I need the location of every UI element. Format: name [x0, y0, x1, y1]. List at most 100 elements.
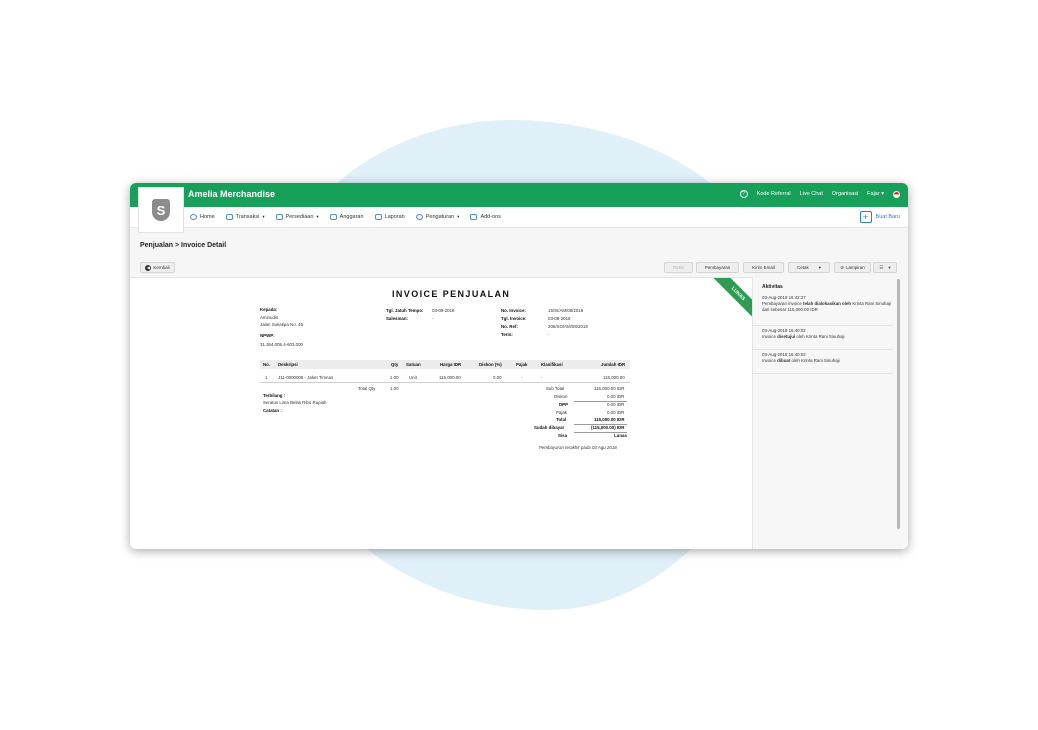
chevron-down-icon: ▾: [888, 264, 891, 270]
flag-icon[interactable]: [893, 190, 900, 198]
item-classification: -: [541, 375, 543, 380]
buat-baru-button[interactable]: + Buat Baru: [859, 211, 900, 223]
column-header: Diskon (%): [479, 362, 502, 367]
chevron-down-icon: ▾: [881, 191, 884, 197]
summary-label: Sub Total: [546, 386, 565, 391]
item-amount: 115,000.00: [603, 375, 625, 380]
more-menu-button[interactable]: ☰ ▾: [873, 262, 897, 273]
summary-value: Lunas: [614, 433, 627, 438]
invoice-number-value: 15/SI/AM/08/2018: [548, 308, 584, 313]
live-chat-link[interactable]: Live Chat: [800, 191, 823, 197]
menu-item-laporan[interactable]: Laporan: [374, 214, 405, 220]
salesman-label: Salesman:: [386, 316, 408, 321]
summary-label: Pajak: [556, 410, 567, 415]
catatan-label: Catatan :: [263, 408, 282, 413]
logo[interactable]: S: [138, 187, 184, 233]
column-header: No.: [263, 362, 271, 367]
persediaan-icon: [275, 214, 283, 220]
chevron-down-icon: ▾: [457, 214, 460, 219]
organisasi-link[interactable]: Organisasi: [832, 191, 858, 197]
item-tax: -: [521, 375, 523, 380]
activity-entry: 03-Aug-2018 16:40:02 Invoice disetujui o…: [762, 328, 894, 340]
summary-value: (115,000.00) IDR: [591, 425, 625, 430]
menu-item-anggaran[interactable]: Anggaran: [329, 214, 364, 220]
scrollbar-thumb[interactable]: [897, 279, 900, 529]
npwp-label: NPWP:: [260, 333, 275, 338]
menu-item-home[interactable]: Home: [190, 214, 215, 220]
summary-divider: [574, 401, 627, 402]
summary-label: Sisa: [558, 433, 568, 438]
summary-value: 0.00 IDR: [607, 402, 625, 407]
lampiran-button[interactable]: ⊘ Lampiran: [834, 262, 871, 273]
column-header: Qty: [391, 362, 399, 367]
scrollbar[interactable]: [897, 279, 900, 529]
back-arrow-icon: ◀: [145, 264, 152, 271]
activity-action: disetujui: [777, 334, 796, 339]
main-menu: Home Transaksi ▾ Persediaan ▾ Anggaran Lap…: [130, 207, 908, 228]
column-header: Satuan: [406, 362, 421, 367]
retur-button[interactable]: Retur: [664, 262, 693, 273]
summary-divider: [574, 432, 627, 433]
cetak-dropdown[interactable]: Cetak ▾: [788, 262, 830, 273]
menu-item-pengaturan[interactable]: Pengaturan ▾: [415, 214, 460, 220]
menu-item-add-ons[interactable]: Add-ons: [470, 214, 501, 220]
term-value: -: [548, 332, 550, 337]
invoice-date-value: 03-08-2018: [548, 316, 571, 321]
shield-logo-icon: S: [152, 199, 170, 221]
activity-panel: Aktivitas 03-Aug-2018 16:42:27 Pembayara…: [752, 277, 908, 549]
total-qty-value: 1.00: [390, 386, 399, 391]
invoice-document: LUNAS INVOICE PENJUALAN Kepada: Aminudin…: [130, 277, 752, 549]
app-window: Amelia Merchandise ? Kode Referral Live …: [130, 183, 908, 549]
last-payment-note: Pembayaran terakhir pada 03 Agu 2018: [539, 445, 617, 450]
summary-label: Sudah dibayar: [534, 425, 565, 430]
activity-text: oleh Krinta Rani Sinuhaji: [795, 334, 845, 339]
status-badge: LUNAS: [711, 278, 752, 320]
summary-value: 115,000.00 IDR: [594, 386, 625, 391]
item-qty: 1.00: [390, 375, 399, 380]
menu-item-label: Laporan: [384, 214, 405, 220]
item-discount: 0.00: [493, 375, 502, 380]
top-bar: Amelia Merchandise ? Kode Referral Live …: [130, 183, 908, 207]
pembayaran-button[interactable]: Pembayaran: [696, 262, 739, 273]
menu-item-label: Pengaturan: [425, 214, 455, 220]
user-menu[interactable]: Fajar ▾: [867, 191, 884, 197]
user-name: Fajar: [867, 191, 880, 197]
top-right-nav: ? Kode Referral Live Chat Organisasi Faj…: [739, 190, 900, 198]
reference-value: 206/SO/AM/08/2018: [548, 324, 588, 329]
main-content: Penjualan > Invoice Detail ◀ Kembali Retu…: [130, 228, 908, 549]
menu-item-label: Transaksi: [235, 214, 260, 220]
activity-divider: [753, 373, 893, 374]
invoice-number-label: No. Invoice:: [501, 308, 526, 313]
chevron-down-icon: ▾: [316, 214, 319, 219]
activity-title: Aktivitas: [762, 284, 783, 290]
menu-item-transaksi[interactable]: Transaksi ▾: [225, 214, 265, 220]
plus-icon: +: [859, 211, 872, 223]
npwp-value: 31.364.005.4-603.000: [260, 342, 303, 347]
kirim-email-button[interactable]: Kirim Email: [743, 262, 784, 273]
activity-action: dibuat: [777, 358, 791, 363]
invoice-date-label: Tgl. Invoice:: [501, 316, 527, 321]
back-button[interactable]: ◀ Kembali: [140, 262, 175, 273]
column-header: Klasifikasi: [541, 362, 563, 367]
due-date-value: 03-09-2018: [432, 308, 455, 313]
summary-label: DPP: [559, 402, 569, 407]
transaksi-icon: [225, 214, 233, 220]
terbilang-value: Seratus Lima Belas Ribu Rupiah: [263, 400, 327, 405]
paperclip-icon: ⊘: [840, 264, 844, 270]
activity-divider: [753, 325, 893, 326]
activity-text: oleh Krinta Rani Sinuhaji: [790, 358, 840, 363]
reference-label: No. Ref:: [501, 324, 518, 329]
app-title: Amelia Merchandise: [188, 189, 276, 199]
customer-name: Aminudin: [260, 315, 279, 320]
activity-entry: 03-Aug-2018 16:42:27 Pembayaran invoice …: [762, 295, 894, 313]
kode-referral-link[interactable]: Kode Referral: [757, 191, 791, 197]
column-header: Deskripsi: [278, 362, 298, 367]
item-no: 1: [265, 375, 268, 380]
back-label: Kembali: [153, 265, 170, 270]
menu-item-persediaan[interactable]: Persediaan ▾: [275, 214, 319, 220]
due-date-label: Tgl. Jatuh Tempo:: [386, 308, 424, 313]
summary-divider: [574, 424, 627, 425]
help-icon[interactable]: ?: [739, 190, 748, 198]
buat-baru-label: Buat Baru: [875, 214, 900, 220]
chevron-down-icon: ▾: [262, 214, 265, 219]
